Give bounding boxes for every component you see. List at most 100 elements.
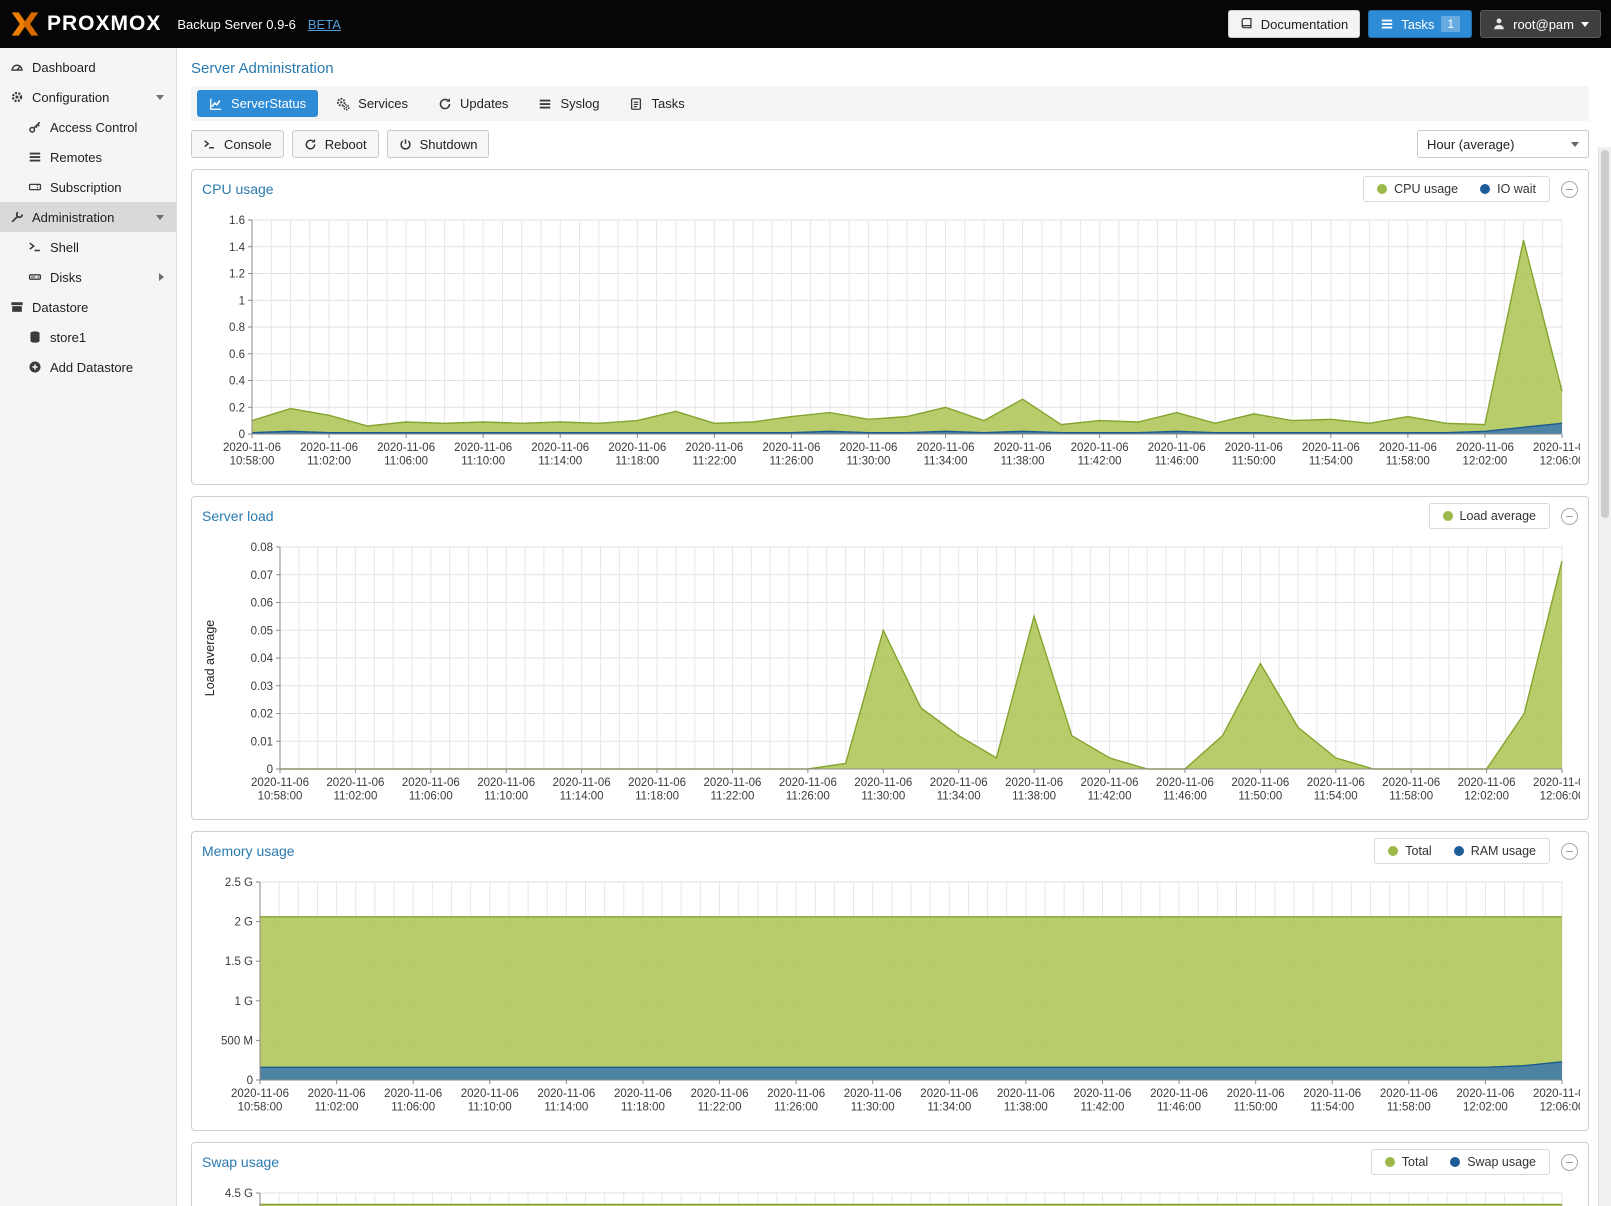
sidebar-item-configuration[interactable]: Configuration xyxy=(0,82,176,112)
collapse-icon[interactable] xyxy=(1561,1154,1578,1171)
svg-text:0.07: 0.07 xyxy=(251,570,273,582)
svg-text:0: 0 xyxy=(239,429,245,441)
svg-text:2020-11-0611:50:00: 2020-11-0611:50:00 xyxy=(1227,1088,1285,1114)
wrench-icon xyxy=(10,210,24,224)
sidebar-item-store1[interactable]: store1 xyxy=(0,322,176,352)
tab-bar: ServerStatus Services Updates Syslog Tas… xyxy=(191,86,1589,121)
cpu-usage-chart: 00.20.40.60.811.21.41.62020-11-0610:58:0… xyxy=(200,210,1580,478)
legend-dot xyxy=(1388,846,1398,856)
sidebar-item-shell[interactable]: Shell xyxy=(0,232,176,262)
tab-syslog[interactable]: Syslog xyxy=(526,90,611,117)
tab-services[interactable]: Services xyxy=(324,90,420,117)
tab-serverstatus[interactable]: ServerStatus xyxy=(197,90,318,117)
chevron-down-icon[interactable] xyxy=(156,215,164,220)
sidebar-item-add-datastore[interactable]: Add Datastore xyxy=(0,352,176,382)
sidebar-item-remotes[interactable]: Remotes xyxy=(0,142,176,172)
svg-text:2020-11-0612:02:00: 2020-11-0612:02:00 xyxy=(1458,777,1516,803)
beta-link[interactable]: BETA xyxy=(308,17,341,32)
panel-title: Memory usage xyxy=(202,843,295,859)
sidebar-item-subscription[interactable]: Subscription xyxy=(0,172,176,202)
svg-text:2.5 G: 2.5 G xyxy=(225,877,253,889)
svg-text:4.5 G: 4.5 G xyxy=(225,1188,253,1200)
sidebar-item-dashboard[interactable]: Dashboard xyxy=(0,52,176,82)
svg-text:2020-11-0611:42:00: 2020-11-0611:42:00 xyxy=(1071,442,1129,468)
svg-text:0.04: 0.04 xyxy=(251,653,274,665)
sidebar-item-access-control[interactable]: Access Control xyxy=(0,112,176,142)
tab-updates[interactable]: Updates xyxy=(426,90,520,117)
documentation-button[interactable]: Documentation xyxy=(1228,10,1360,38)
svg-text:2020-11-0611:06:00: 2020-11-0611:06:00 xyxy=(402,777,460,803)
svg-text:0: 0 xyxy=(247,1075,253,1087)
svg-text:1 G: 1 G xyxy=(234,996,253,1008)
legend-label: Swap usage xyxy=(1467,1155,1536,1169)
key-icon xyxy=(28,120,42,134)
legend-item-io-wait[interactable]: IO wait xyxy=(1480,182,1536,196)
tab-label: ServerStatus xyxy=(231,96,306,111)
svg-text:2020-11-0611:58:00: 2020-11-0611:58:00 xyxy=(1380,1088,1438,1114)
chart-icon xyxy=(209,97,223,111)
legend-label: CPU usage xyxy=(1394,182,1458,196)
page-title: Server Administration xyxy=(191,60,1589,77)
scrollbar-thumb[interactable] xyxy=(1601,150,1609,518)
legend-item-total[interactable]: Total xyxy=(1385,1155,1428,1169)
svg-text:Load average: Load average xyxy=(203,620,217,697)
legend-dot xyxy=(1385,1157,1395,1167)
tab-label: Updates xyxy=(460,96,508,111)
console-button[interactable]: Console xyxy=(191,130,284,158)
reboot-button[interactable]: Reboot xyxy=(292,130,379,158)
shutdown-button[interactable]: Shutdown xyxy=(387,130,490,158)
legend-dot xyxy=(1450,1157,1460,1167)
legend-dot xyxy=(1443,511,1453,521)
svg-text:0.02: 0.02 xyxy=(251,709,273,721)
svg-text:1.2: 1.2 xyxy=(229,269,245,281)
panel-cpu-usage: CPU usage CPU usage IO wait 00.20.40.60.… xyxy=(191,169,1589,485)
svg-text:2020-11-0612:02:00: 2020-11-0612:02:00 xyxy=(1456,1088,1514,1114)
timeframe-select[interactable]: Hour (average) xyxy=(1417,130,1589,158)
sidebar-item-administration[interactable]: Administration xyxy=(0,202,176,232)
svg-text:2020-11-0611:02:00: 2020-11-0611:02:00 xyxy=(308,1088,366,1114)
tab-tasks[interactable]: Tasks xyxy=(617,90,696,117)
collapse-icon[interactable] xyxy=(1561,508,1578,525)
svg-text:2020-11-0611:14:00: 2020-11-0611:14:00 xyxy=(531,442,589,468)
panel-title: Server load xyxy=(202,508,274,524)
hdd-icon xyxy=(28,270,42,284)
legend-item-load-average[interactable]: Load average xyxy=(1443,509,1536,523)
svg-text:2020-11-0611:18:00: 2020-11-0611:18:00 xyxy=(608,442,666,468)
sidebar-item-datastore[interactable]: Datastore xyxy=(0,292,176,322)
legend-item-swap-usage[interactable]: Swap usage xyxy=(1450,1155,1536,1169)
svg-text:2020-11-0612:02:00: 2020-11-0612:02:00 xyxy=(1456,442,1514,468)
reboot-label: Reboot xyxy=(325,137,367,152)
svg-text:2020-11-0611:42:00: 2020-11-0611:42:00 xyxy=(1073,1088,1131,1114)
svg-text:2020-11-0611:10:00: 2020-11-0611:10:00 xyxy=(461,1088,519,1114)
collapse-icon[interactable] xyxy=(1561,181,1578,198)
book-icon xyxy=(1240,17,1254,31)
vertical-scrollbar[interactable] xyxy=(1598,147,1611,1206)
sidebar-item-disks[interactable]: Disks xyxy=(0,262,176,292)
legend-item-ram-usage[interactable]: RAM usage xyxy=(1454,844,1536,858)
product-name: PROXMOX xyxy=(47,12,161,36)
legend-item-total[interactable]: Total xyxy=(1388,844,1431,858)
legend-item-cpu-usage[interactable]: CPU usage xyxy=(1377,182,1458,196)
tasks-label: Tasks xyxy=(1401,17,1434,32)
svg-text:2020-11-0611:02:00: 2020-11-0611:02:00 xyxy=(326,777,384,803)
svg-text:2020-11-0611:26:00: 2020-11-0611:26:00 xyxy=(762,442,820,468)
app-header: PROXMOX Backup Server 0.9-6 BETA Documen… xyxy=(0,0,1611,48)
collapse-icon[interactable] xyxy=(1561,843,1578,860)
svg-text:2020-11-0611:38:00: 2020-11-0611:38:00 xyxy=(994,442,1052,468)
user-icon xyxy=(1492,17,1506,31)
panel-memory-usage: Memory usage Total RAM usage 0500 M1 G1.… xyxy=(191,831,1589,1131)
chevron-right-icon[interactable] xyxy=(159,273,164,281)
tasks-button[interactable]: Tasks 1 xyxy=(1368,10,1472,38)
svg-text:2020-11-0611:46:00: 2020-11-0611:46:00 xyxy=(1156,777,1214,803)
svg-text:2020-11-0611:30:00: 2020-11-0611:30:00 xyxy=(844,1088,902,1114)
svg-text:2020-11-0611:54:00: 2020-11-0611:54:00 xyxy=(1307,777,1365,803)
chevron-down-icon[interactable] xyxy=(156,95,164,100)
user-menu-button[interactable]: root@pam xyxy=(1480,10,1601,38)
sidebar-item-label: Datastore xyxy=(32,300,88,315)
refresh-icon xyxy=(304,138,317,151)
svg-text:2020-11-0611:34:00: 2020-11-0611:34:00 xyxy=(930,777,988,803)
svg-text:1.5 G: 1.5 G xyxy=(225,956,253,968)
tab-label: Syslog xyxy=(560,96,599,111)
svg-text:0: 0 xyxy=(267,764,273,776)
terminal-icon xyxy=(203,138,216,151)
